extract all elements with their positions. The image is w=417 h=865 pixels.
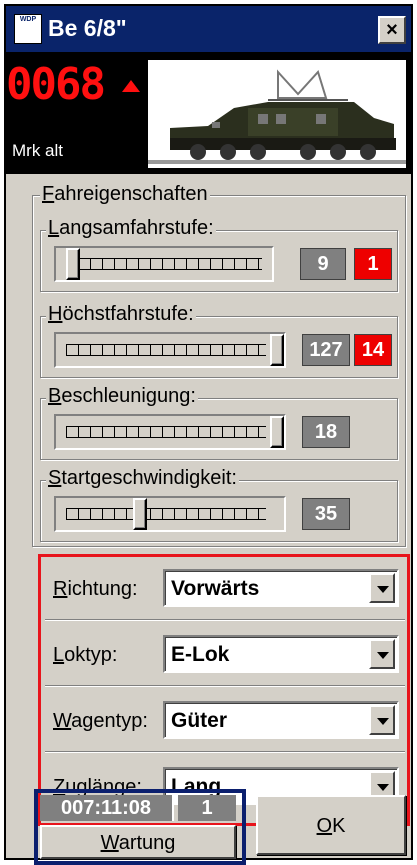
beschleunigung-thumb[interactable] xyxy=(270,416,284,448)
status-panel: 007:11:08 1 Wartung xyxy=(34,789,246,865)
label-text: agentyp: xyxy=(71,710,148,732)
loco-name: Mrk alt xyxy=(12,141,63,160)
chevron-down-icon xyxy=(377,718,389,725)
startgeschwindigkeit-thumb[interactable] xyxy=(133,498,147,530)
label-text: tartgeschwindigkeit: xyxy=(61,467,237,489)
divider xyxy=(45,619,405,621)
label-text: oktyp: xyxy=(64,644,118,666)
startgeschwindigkeit-label: Startgeschwindigkeit: xyxy=(46,466,239,490)
hoechstfahrstufe-step: 14 xyxy=(354,334,392,366)
richtung-dropdown-button[interactable] xyxy=(369,573,395,603)
richtung-select[interactable]: Vorwärts xyxy=(163,569,399,607)
label-mnemonic: R xyxy=(53,578,68,600)
wagentyp-select[interactable]: Güter xyxy=(163,701,399,739)
label-mnemonic: S xyxy=(48,467,62,489)
close-button[interactable]: × xyxy=(378,16,406,44)
direction-up-icon xyxy=(122,80,140,92)
slider-ticks xyxy=(66,508,266,520)
hoechstfahrstufe-label: Höchstfahrstufe: xyxy=(46,302,196,326)
fahreigenschaften-rest: ahreigenschaften xyxy=(54,183,208,205)
operating-time: 007:11:08 xyxy=(40,795,174,821)
app-icon-text: WDP xyxy=(19,16,37,23)
slider-ticks xyxy=(66,258,262,270)
ok-rest: K xyxy=(332,815,346,837)
label-mnemonic: H xyxy=(48,303,63,325)
ok-label: OK xyxy=(317,815,346,837)
hoechstfahrstufe-value: 127 xyxy=(302,334,350,366)
langsamfahrstufe-step: 1 xyxy=(354,248,392,280)
divider xyxy=(45,685,405,687)
hoechstfahrstufe-slider[interactable] xyxy=(54,332,286,368)
properties-panel: Richtung: Vorwärts Loktyp: E-Lok Wagenty… xyxy=(38,554,410,826)
hoechstfahrstufe-thumb[interactable] xyxy=(270,334,284,366)
beschleunigung-slider[interactable] xyxy=(54,414,286,450)
langsamfahrstufe-value: 9 xyxy=(300,248,346,280)
label-mnemonic: L xyxy=(48,217,60,239)
divider xyxy=(45,751,405,753)
locomotive-image xyxy=(148,60,406,168)
label-mnemonic: L xyxy=(53,644,65,666)
beschleunigung-label: Beschleunigung: xyxy=(46,384,198,408)
wartung-label: Wartung xyxy=(101,832,176,854)
label-mnemonic: B xyxy=(48,385,62,407)
chevron-down-icon xyxy=(377,652,389,659)
chevron-down-icon xyxy=(377,784,389,791)
label-text: angsamfahrstufe: xyxy=(59,217,214,239)
startgeschwindigkeit-slider[interactable] xyxy=(54,496,286,532)
close-icon: × xyxy=(386,19,398,41)
loktyp-value: E-Lok xyxy=(171,643,230,666)
locomotive-picture xyxy=(148,60,406,168)
fahreigenschaften-mnemonic: F xyxy=(42,183,55,205)
wartung-rest: artung xyxy=(118,832,176,854)
langsamfahrstufe-slider[interactable] xyxy=(54,246,274,282)
app-icon: WDP xyxy=(14,14,42,44)
richtung-value: Vorwärts xyxy=(171,577,260,600)
wartung-button[interactable]: Wartung xyxy=(40,825,236,859)
service-count: 1 xyxy=(178,795,236,821)
label-mnemonic: W xyxy=(53,710,72,732)
wagentyp-dropdown-button[interactable] xyxy=(369,705,395,735)
wartung-mnemonic: W xyxy=(100,832,119,854)
ok-mnemonic: O xyxy=(316,815,333,837)
wagentyp-value: Güter xyxy=(171,709,228,732)
loktyp-dropdown-button[interactable] xyxy=(369,639,395,669)
wagentyp-label: Wagentyp: xyxy=(53,709,148,733)
label-text: eschleunigung: xyxy=(61,385,196,407)
langsamfahrstufe-label: Langsamfahrstufe: xyxy=(46,216,216,240)
loco-address-display: 0068 xyxy=(6,59,106,110)
startgeschwindigkeit-value: 35 xyxy=(302,498,350,530)
label-text: ichtung: xyxy=(67,578,138,600)
loco-info-panel: 0068 Mrk alt xyxy=(6,52,411,174)
loktyp-select[interactable]: E-Lok xyxy=(163,635,399,673)
slider-ticks xyxy=(66,344,266,356)
richtung-label: Richtung: xyxy=(53,577,138,601)
ok-button[interactable]: OK xyxy=(256,795,406,855)
beschleunigung-value: 18 xyxy=(302,416,350,448)
loktyp-label: Loktyp: xyxy=(53,643,117,667)
window-title: Be 6/8" xyxy=(48,15,127,41)
slider-ticks xyxy=(66,426,266,438)
title-bar[interactable]: WDP Be 6/8" × xyxy=(6,6,411,52)
chevron-down-icon xyxy=(377,586,389,593)
loco-properties-window: WDP Be 6/8" × 0068 Mrk alt Fahreigenscha… xyxy=(4,4,413,865)
langsamfahrstufe-thumb[interactable] xyxy=(66,248,80,280)
fahreigenschaften-title: Fahreigenschaften xyxy=(40,182,210,206)
label-text: öchstfahrstufe: xyxy=(62,303,194,325)
